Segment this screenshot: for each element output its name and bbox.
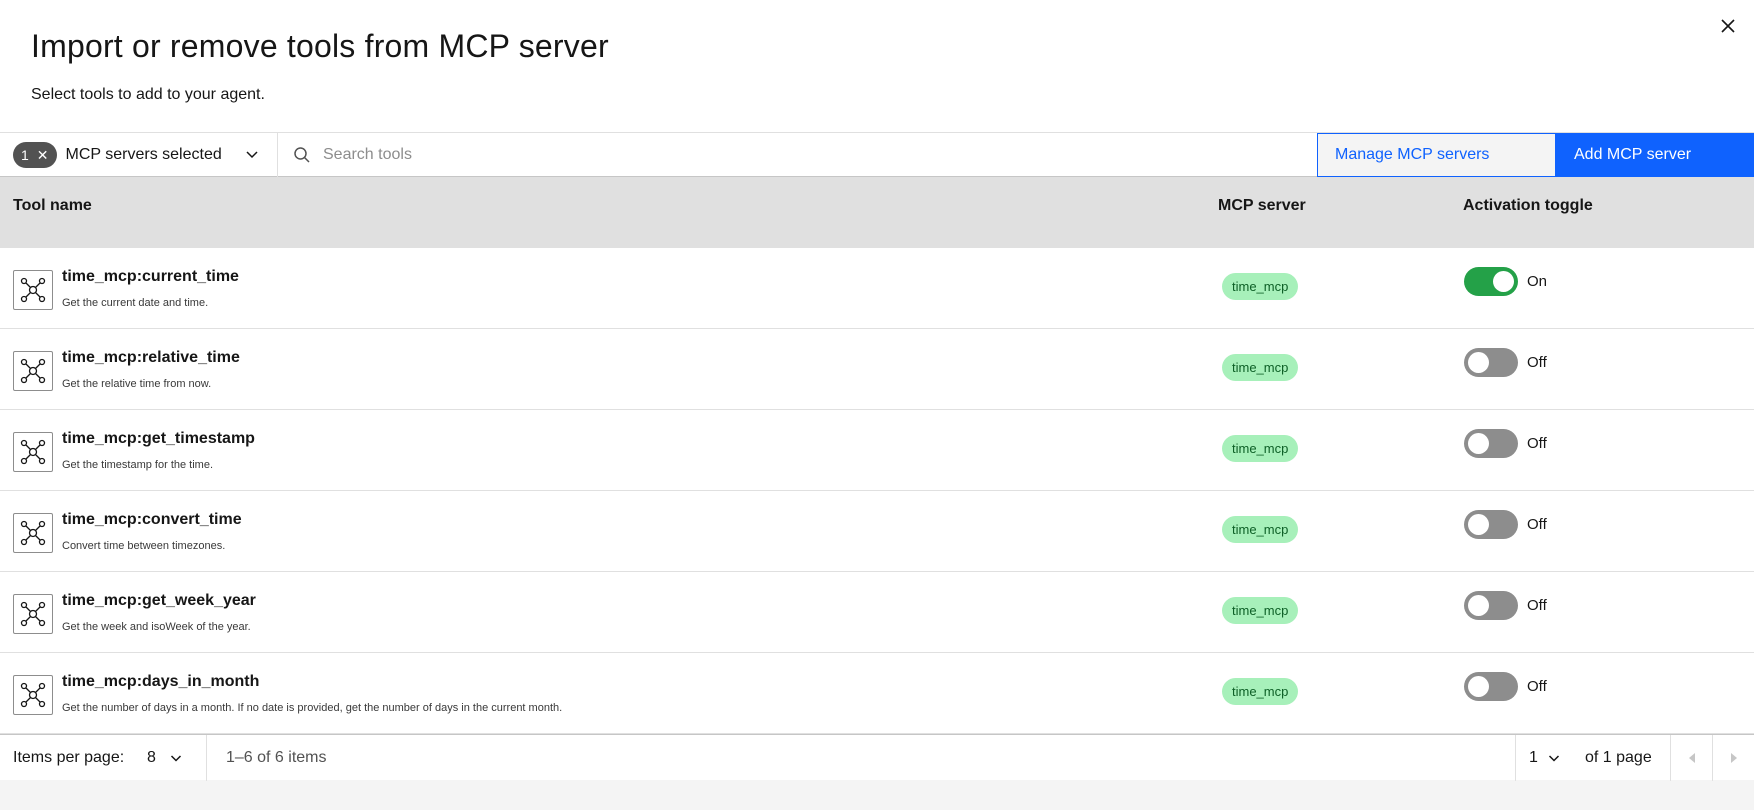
mcp-server-tag: time_mcp <box>1222 273 1299 300</box>
chevron-down-icon <box>170 755 181 762</box>
tool-name: time_mcp:get_timestamp <box>62 430 255 447</box>
activation-toggle[interactable] <box>1464 267 1518 296</box>
mcp-tool-icon <box>13 432 53 472</box>
page-number-select[interactable]: 1 <box>1529 749 1560 767</box>
mcp-server-tag: time_mcp <box>1222 354 1299 381</box>
pagination-divider <box>206 735 207 781</box>
toggle-state-label: Off <box>1527 597 1547 614</box>
caret-left-icon <box>1689 753 1695 763</box>
pagination-divider <box>1670 735 1671 781</box>
mcp-tool-icon <box>13 513 53 553</box>
table-row: time_mcp:days_in_month Get the number of… <box>0 653 1754 734</box>
tool-name: time_mcp:relative_time <box>62 349 240 366</box>
close-icon[interactable] <box>1716 14 1740 38</box>
activation-toggle[interactable] <box>1464 510 1518 539</box>
toggle-knob <box>1468 676 1489 697</box>
toggle-state-label: Off <box>1527 516 1547 533</box>
items-per-page-label: Items per page: <box>13 749 125 766</box>
mcp-tool-icon <box>13 675 53 715</box>
previous-page-button[interactable] <box>1672 735 1712 781</box>
filter-count: 1 <box>21 147 29 163</box>
table-row: time_mcp:convert_time Convert time betwe… <box>0 491 1754 572</box>
mcp-tool-icon <box>13 594 53 634</box>
table-row: time_mcp:get_timestamp Get the timestamp… <box>0 410 1754 491</box>
filter-label: MCP servers selected <box>65 146 222 163</box>
search-icon <box>294 147 310 163</box>
filter-count-tag[interactable]: 1 ✕ <box>13 142 57 168</box>
toggle-knob <box>1468 352 1489 373</box>
chevron-down-icon[interactable] <box>245 147 259 166</box>
next-page-button[interactable] <box>1714 735 1754 781</box>
activation-toggle[interactable] <box>1464 348 1518 377</box>
tool-description: Get the week and isoWeek of the year. <box>62 621 251 633</box>
column-header-tool-name[interactable]: Tool name <box>13 197 92 215</box>
items-per-page-select[interactable]: 8 <box>147 749 182 767</box>
tool-name: time_mcp:get_week_year <box>62 592 256 609</box>
mcp-server-tag: time_mcp <box>1222 597 1299 624</box>
chevron-down-icon <box>1548 755 1559 762</box>
toggle-state-label: Off <box>1527 435 1547 452</box>
mcp-server-filter-dropdown[interactable]: 1 ✕ MCP servers selected <box>0 133 278 177</box>
column-header-activation-toggle[interactable]: Activation toggle <box>1463 197 1593 215</box>
table-header: Tool name MCP server Activation toggle <box>0 177 1754 248</box>
tool-description: Convert time between timezones. <box>62 540 226 552</box>
tool-name: time_mcp:current_time <box>62 268 239 285</box>
table-row: time_mcp:get_week_year Get the week and … <box>0 572 1754 653</box>
activation-toggle[interactable] <box>1464 591 1518 620</box>
search-input[interactable] <box>323 146 1223 164</box>
mcp-tool-icon <box>13 270 53 310</box>
toggle-state-label: Off <box>1527 354 1547 371</box>
tool-name: time_mcp:convert_time <box>62 511 242 528</box>
tool-description: Get the timestamp for the time. <box>62 459 214 471</box>
table-toolbar: 1 ✕ MCP servers selected Manage MCP serv… <box>0 132 1754 177</box>
caret-right-icon <box>1731 753 1737 763</box>
page-number-value: 1 <box>1529 749 1538 766</box>
total-pages: of 1 page <box>1585 749 1652 766</box>
pagination-bar: Items per page: 8 1–6 of 6 items 1 of 1 … <box>0 734 1754 781</box>
tool-description: Get the number of days in a month. If no… <box>62 702 563 714</box>
search-field[interactable] <box>278 133 1317 177</box>
add-mcp-server-button[interactable]: Add MCP server <box>1556 133 1754 177</box>
activation-toggle[interactable] <box>1464 672 1518 701</box>
tool-description: Get the current date and time. <box>62 297 209 309</box>
tool-description: Get the relative time from now. <box>62 378 212 390</box>
items-per-page-value: 8 <box>147 749 156 766</box>
tool-name: time_mcp:days_in_month <box>62 673 260 690</box>
table-row: time_mcp:current_time Get the current da… <box>0 248 1754 329</box>
mcp-tool-icon <box>13 351 53 391</box>
modal-subtitle: Select tools to add to your agent. <box>31 86 265 103</box>
toggle-knob <box>1468 514 1489 535</box>
tools-table-body: time_mcp:current_time Get the current da… <box>0 248 1754 734</box>
toggle-knob <box>1493 271 1514 292</box>
toggle-knob <box>1468 433 1489 454</box>
toggle-knob <box>1468 595 1489 616</box>
pagination-divider <box>1712 735 1713 781</box>
toggle-state-label: On <box>1527 273 1548 290</box>
activation-toggle[interactable] <box>1464 429 1518 458</box>
pagination-divider <box>1515 735 1516 781</box>
toggle-state-label: Off <box>1527 678 1547 695</box>
table-row: time_mcp:relative_time Get the relative … <box>0 329 1754 410</box>
clear-filter-icon[interactable]: ✕ <box>37 148 49 162</box>
column-header-mcp-server[interactable]: MCP server <box>1218 197 1306 215</box>
mcp-server-tag: time_mcp <box>1222 516 1299 543</box>
mcp-server-tag: time_mcp <box>1222 678 1299 705</box>
mcp-server-tag: time_mcp <box>1222 435 1299 462</box>
modal-title: Import or remove tools from MCP server <box>31 28 609 64</box>
items-range: 1–6 of 6 items <box>226 749 327 766</box>
import-tools-modal: Import or remove tools from MCP server S… <box>0 0 1754 781</box>
manage-mcp-servers-button[interactable]: Manage MCP servers <box>1317 133 1556 177</box>
